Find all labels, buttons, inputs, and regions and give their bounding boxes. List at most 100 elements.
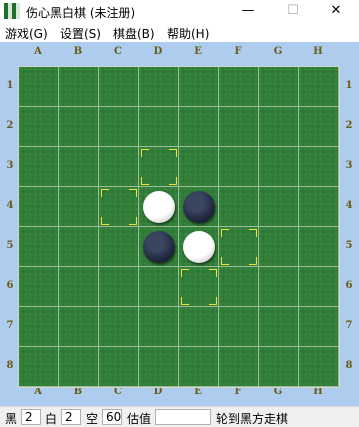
row-label-right-3: 3 — [345, 160, 353, 171]
board-cell-f1[interactable] — [219, 67, 259, 107]
legal-move-marker[interactable] — [101, 189, 137, 225]
board-cell-c7[interactable] — [99, 307, 139, 347]
board-cell-c3[interactable] — [99, 147, 139, 187]
maximize-button[interactable]: ☐ — [270, 0, 316, 22]
col-label-top-h: H — [313, 46, 323, 57]
board-cell-e2[interactable] — [179, 107, 219, 147]
board-cell-e5[interactable] — [179, 227, 219, 267]
board-cell-g3[interactable] — [259, 147, 299, 187]
menu-game[interactable]: 游戏(G) — [5, 25, 48, 42]
board-cell-b6[interactable] — [59, 267, 99, 307]
board-cell-c2[interactable] — [99, 107, 139, 147]
close-button[interactable]: ✕ — [313, 0, 359, 22]
board-cell-d6[interactable] — [139, 267, 179, 307]
board-cell-a1[interactable] — [19, 67, 59, 107]
menu-settings[interactable]: 设置(S) — [60, 25, 101, 42]
col-label-top-g: G — [273, 46, 283, 57]
board-cell-f2[interactable] — [219, 107, 259, 147]
title-bar: 伤心黑白棋 (未注册) — ☐ ✕ — [0, 0, 359, 22]
black-label: 黑 — [5, 412, 18, 426]
board-cell-b5[interactable] — [59, 227, 99, 267]
board-cell-a3[interactable] — [19, 147, 59, 187]
board-cell-e1[interactable] — [179, 67, 219, 107]
board-cell-d2[interactable] — [139, 107, 179, 147]
board-cell-a7[interactable] — [19, 307, 59, 347]
board-cell-b3[interactable] — [59, 147, 99, 187]
board-cell-c8[interactable] — [99, 347, 139, 387]
board-cell-g7[interactable] — [259, 307, 299, 347]
board-cell-b2[interactable] — [59, 107, 99, 147]
board-cell-h5[interactable] — [299, 227, 339, 267]
row-label-right-7: 7 — [345, 320, 353, 331]
board-cell-h4[interactable] — [299, 187, 339, 227]
col-label-top-a: A — [34, 46, 42, 57]
black-piece — [183, 191, 215, 223]
board-cell-b8[interactable] — [59, 347, 99, 387]
board-cell-h2[interactable] — [299, 107, 339, 147]
legal-move-marker[interactable] — [141, 149, 177, 185]
empty-label: 空 — [86, 412, 99, 426]
menu-help[interactable]: 帮助(H) — [167, 25, 209, 42]
white-piece — [143, 191, 175, 223]
board-cell-e3[interactable] — [179, 147, 219, 187]
eval-label: 估值 — [127, 412, 152, 426]
board-cell-c4[interactable] — [99, 187, 139, 227]
board-cell-d8[interactable] — [139, 347, 179, 387]
board-cell-a8[interactable] — [19, 347, 59, 387]
othello-board[interactable] — [18, 66, 340, 388]
app-icon — [4, 3, 20, 19]
board-cell-g5[interactable] — [259, 227, 299, 267]
board-cell-c6[interactable] — [99, 267, 139, 307]
row-label-left-2: 2 — [6, 120, 14, 131]
board-cell-f4[interactable] — [219, 187, 259, 227]
legal-move-marker[interactable] — [221, 229, 257, 265]
board-cell-h3[interactable] — [299, 147, 339, 187]
board-cell-b7[interactable] — [59, 307, 99, 347]
board-cell-f7[interactable] — [219, 307, 259, 347]
board-cell-h7[interactable] — [299, 307, 339, 347]
board-cell-c5[interactable] — [99, 227, 139, 267]
board-cell-c1[interactable] — [99, 67, 139, 107]
legal-move-marker[interactable] — [181, 269, 217, 305]
row-label-right-4: 4 — [345, 200, 353, 211]
board-cell-a6[interactable] — [19, 267, 59, 307]
board-cell-e6[interactable] — [179, 267, 219, 307]
board-cell-h6[interactable] — [299, 267, 339, 307]
board-cell-d5[interactable] — [139, 227, 179, 267]
board-cell-g2[interactable] — [259, 107, 299, 147]
minimize-button[interactable]: — — [225, 0, 271, 22]
col-label-top-c: C — [114, 46, 122, 57]
board-cell-d3[interactable] — [139, 147, 179, 187]
board-cell-g1[interactable] — [259, 67, 299, 107]
board-cell-f8[interactable] — [219, 347, 259, 387]
board-cell-g6[interactable] — [259, 267, 299, 307]
row-label-right-8: 8 — [345, 360, 353, 371]
board-cell-f5[interactable] — [219, 227, 259, 267]
board-cell-d7[interactable] — [139, 307, 179, 347]
board-cell-d1[interactable] — [139, 67, 179, 107]
col-label-top-b: B — [73, 46, 83, 57]
row-label-left-6: 6 — [6, 280, 14, 291]
menu-board[interactable]: 棋盘(B) — [113, 25, 155, 42]
board-cell-a5[interactable] — [19, 227, 59, 267]
board-cell-h8[interactable] — [299, 347, 339, 387]
board-cell-f3[interactable] — [219, 147, 259, 187]
board-cell-g4[interactable] — [259, 187, 299, 227]
board-cell-b1[interactable] — [59, 67, 99, 107]
board-cell-e4[interactable] — [179, 187, 219, 227]
board-cell-h1[interactable] — [299, 67, 339, 107]
col-label-top-e: E — [194, 46, 202, 57]
black-piece — [143, 231, 175, 263]
board-cell-a2[interactable] — [19, 107, 59, 147]
board-cell-e8[interactable] — [179, 347, 219, 387]
board-cell-d4[interactable] — [139, 187, 179, 227]
board-cell-g8[interactable] — [259, 347, 299, 387]
row-label-left-7: 7 — [6, 320, 14, 331]
window-title: 伤心黑白棋 (未注册) — [26, 6, 136, 20]
empty-count: 60 — [102, 409, 122, 425]
board-cell-e7[interactable] — [179, 307, 219, 347]
row-label-left-3: 3 — [6, 160, 14, 171]
board-cell-a4[interactable] — [19, 187, 59, 227]
board-cell-b4[interactable] — [59, 187, 99, 227]
board-cell-f6[interactable] — [219, 267, 259, 307]
